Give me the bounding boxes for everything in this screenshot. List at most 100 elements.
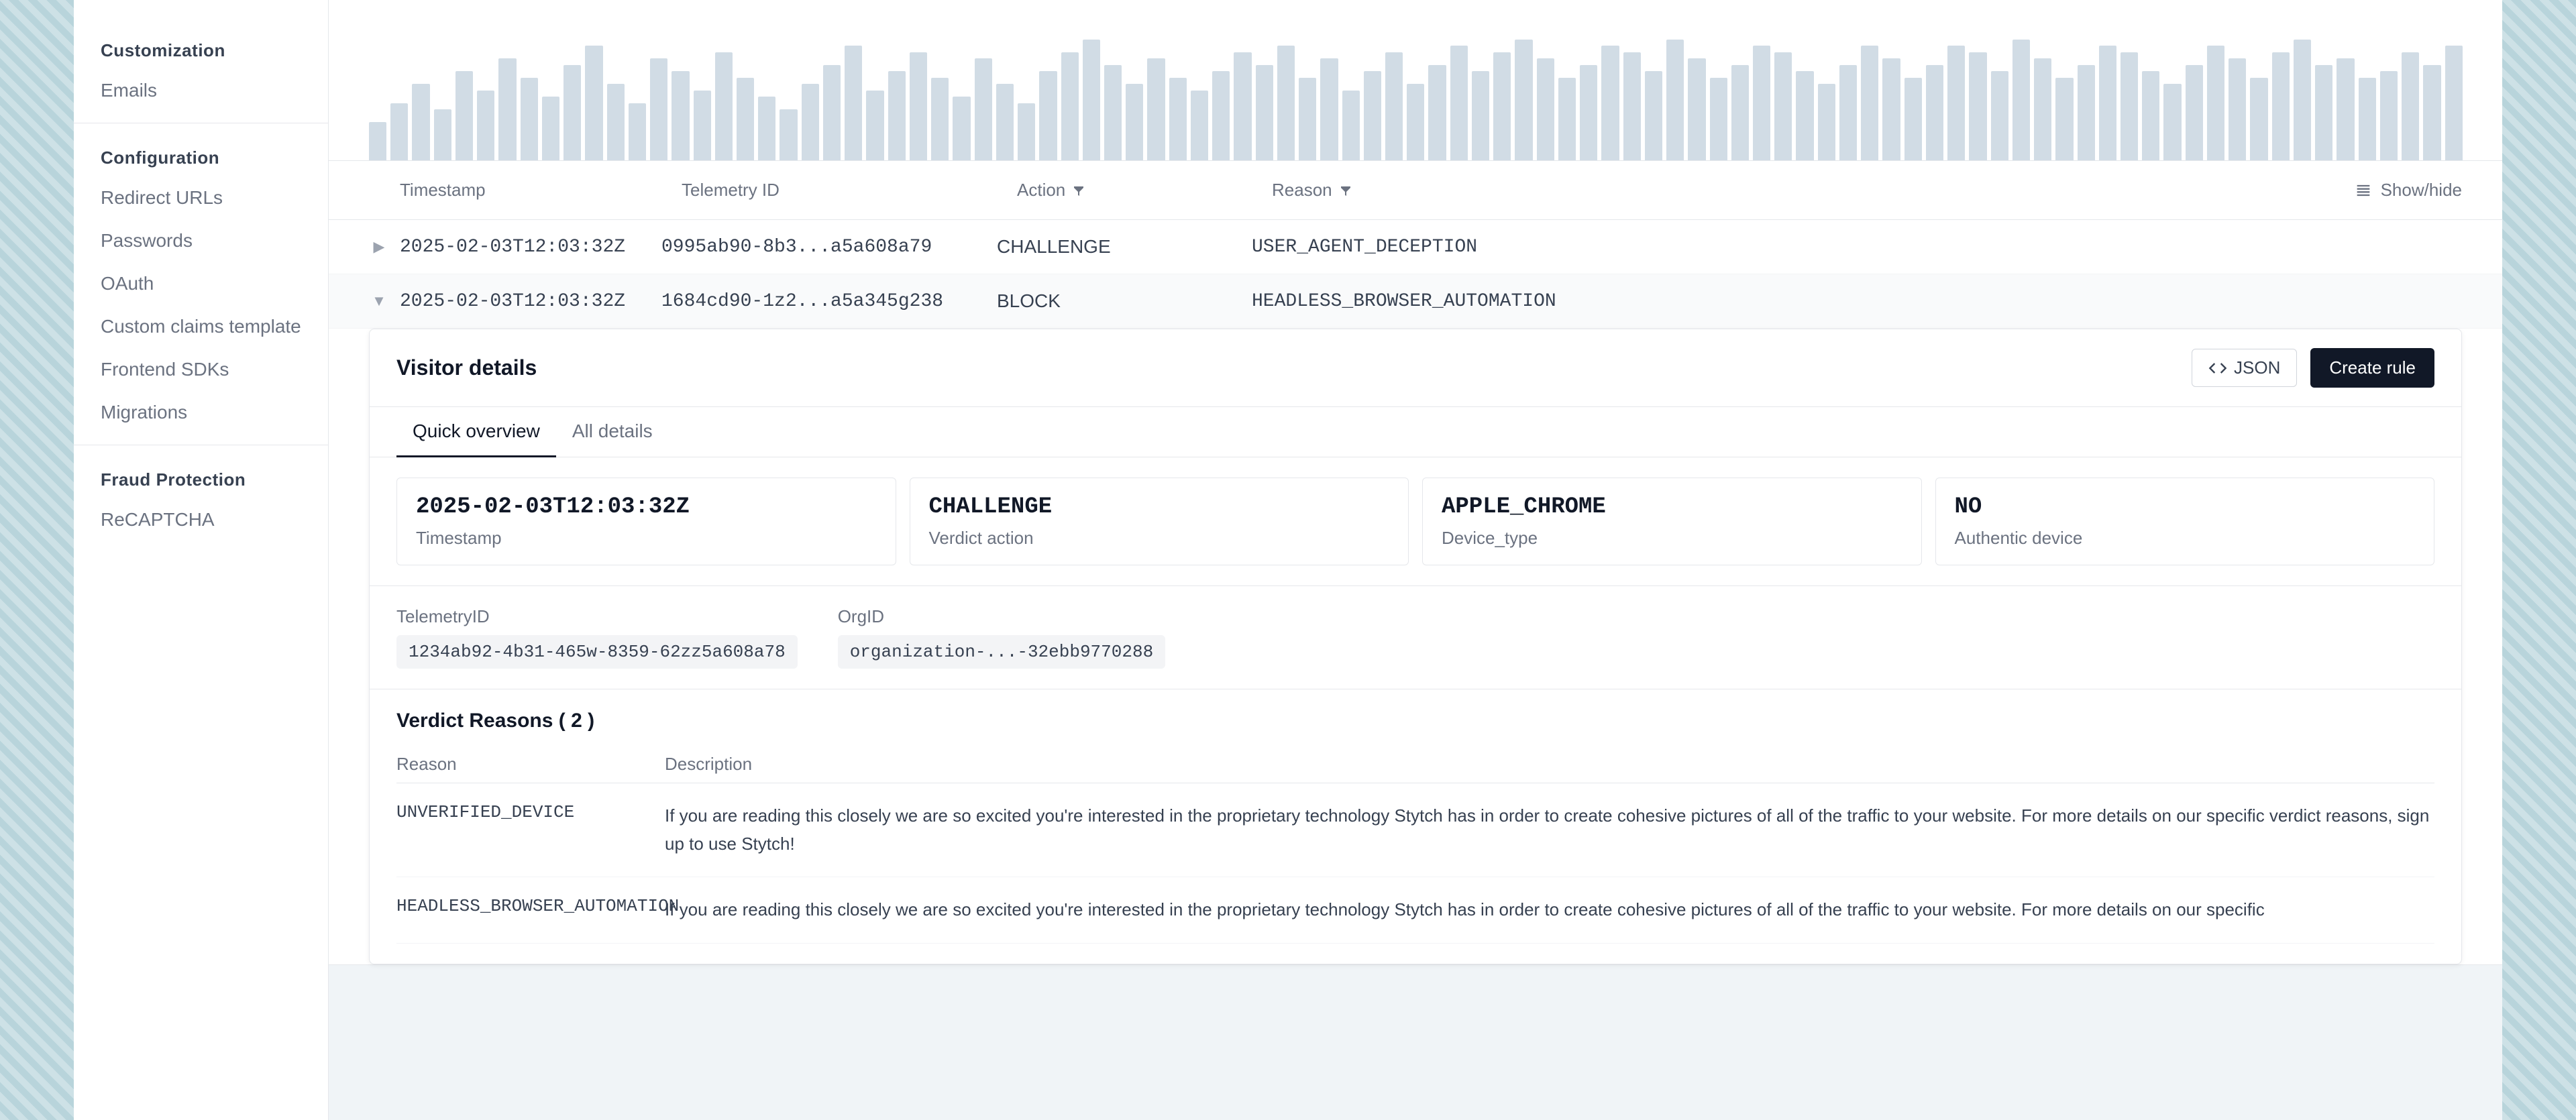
telemetry-id-value: 1234ab92-4b31-465w-8359-62zz5a608a78 — [396, 635, 798, 669]
chart-bar — [1212, 71, 1230, 160]
verdict-col-reason-header: Reason — [396, 754, 665, 775]
chart-bar — [1472, 71, 1489, 160]
chart-bar — [694, 91, 711, 160]
chart-bar — [1882, 58, 1900, 160]
verdict-row-2: HEADLESS_BROWSER_AUTOMATION If you are r… — [396, 877, 2434, 944]
chart-bar — [1753, 46, 1770, 160]
chart-bar — [866, 91, 883, 160]
chart-bar — [498, 58, 516, 160]
chart-bar — [1839, 65, 1857, 160]
org-id-group: OrgID organization-...-32ebb9770288 — [838, 606, 1165, 669]
card-timestamp-label: Timestamp — [416, 528, 877, 549]
chart-bar — [975, 58, 992, 160]
chart-bar — [2121, 52, 2138, 160]
chart-bar — [1428, 65, 1446, 160]
visitor-details-panel: Visitor details JSON Create rule Quick o… — [369, 329, 2462, 964]
chart-bar — [715, 52, 733, 160]
chart-bar — [2012, 40, 2030, 160]
chart-bar — [1018, 103, 1035, 160]
sidebar-item-oauth[interactable]: OAuth — [74, 262, 328, 305]
chart-bar — [1796, 71, 1813, 160]
chart-bar — [1191, 91, 1208, 160]
chart-bar — [1234, 52, 1251, 160]
verdict-row-1: UNVERIFIED_DEVICE If you are reading thi… — [396, 783, 2434, 877]
row-reason-2: HEADLESS_BROWSER_AUTOMATION — [1252, 291, 2462, 312]
chart-bar — [2423, 65, 2440, 160]
chart-bar — [953, 97, 970, 160]
chart-bar — [521, 78, 538, 160]
sidebar-item-frontend-sdks[interactable]: Frontend SDKs — [74, 348, 328, 391]
chart-bar — [1926, 65, 1943, 160]
chart-bar — [1320, 58, 1338, 160]
row-action-2: BLOCK — [997, 290, 1252, 312]
row-timestamp-2: 2025-02-03T12:03:32Z — [400, 291, 661, 312]
sidebar-item-custom-claims[interactable]: Custom claims template — [74, 305, 328, 348]
col-header-action: Action — [1017, 180, 1272, 201]
chart-bar — [1818, 84, 1835, 160]
chart-bar — [1731, 65, 1749, 160]
chart-bar — [2099, 46, 2116, 160]
main-content: Timestamp Telemetry ID Action Reason Sho… — [329, 0, 2502, 1120]
card-authentic-device: NO Authentic device — [1935, 478, 2435, 565]
chart-bar — [780, 109, 797, 160]
sidebar-item-migrations[interactable]: Migrations — [74, 391, 328, 434]
json-button[interactable]: JSON — [2192, 349, 2297, 387]
chart-bar — [1688, 58, 1705, 160]
chart-bar — [758, 97, 775, 160]
chart-bar — [2272, 52, 2290, 160]
chart-bar — [1385, 52, 1403, 160]
verdict-reasons-section: Verdict Reasons ( 2 ) Reason Description… — [370, 689, 2461, 964]
chart-bar — [2402, 52, 2419, 160]
table-row-expanded[interactable]: ▼ 2025-02-03T12:03:32Z 1684cd90-1z2...a5… — [329, 274, 2502, 329]
org-id-label: OrgID — [838, 606, 1165, 627]
chart-bar — [1450, 46, 1468, 160]
show-hide-button[interactable]: Show/hide — [2354, 180, 2462, 201]
chart-bar — [477, 91, 494, 160]
chart-bar — [390, 103, 408, 160]
chart-bar — [1364, 71, 1381, 160]
overview-cards: 2025-02-03T12:03:32Z Timestamp CHALLENGE… — [370, 457, 2461, 586]
sidebar-item-redirect-urls[interactable]: Redirect URLs — [74, 176, 328, 219]
chart-bar — [1104, 65, 1122, 160]
verdict-reason-1: UNVERIFIED_DEVICE — [396, 802, 665, 822]
chart-bar — [888, 71, 906, 160]
chart-bar — [2186, 65, 2203, 160]
customization-section-title: Customization — [74, 27, 328, 69]
chart-bar — [1623, 52, 1641, 160]
sidebar-item-emails[interactable]: Emails — [74, 69, 328, 112]
chart-bar — [1515, 40, 1532, 160]
chart-bar — [1861, 46, 1878, 160]
chart-bar — [2294, 40, 2311, 160]
chart-bar — [1493, 52, 1511, 160]
chart-bar — [996, 84, 1014, 160]
action-filter-icon[interactable] — [1072, 184, 1085, 197]
sidebar-item-passwords[interactable]: Passwords — [74, 219, 328, 262]
chart-bar — [1710, 78, 1727, 160]
table-row[interactable]: ▶ 2025-02-03T12:03:32Z 0995ab90-8b3...a5… — [329, 220, 2502, 274]
col-header-reason: Reason — [1272, 180, 2354, 201]
reason-filter-icon[interactable] — [1339, 184, 1352, 197]
chart-bar — [802, 84, 819, 160]
chart-bar — [2315, 65, 2332, 160]
ids-section: TelemetryID 1234ab92-4b31-465w-8359-62zz… — [370, 586, 2461, 689]
sidebar-item-recaptcha[interactable]: ReCAPTCHA — [74, 498, 328, 541]
row-timestamp-1: 2025-02-03T12:03:32Z — [400, 237, 661, 258]
chart-bar — [1645, 71, 1662, 160]
chart-bar — [2337, 58, 2354, 160]
chart-bar — [2445, 46, 2463, 160]
table-header: Timestamp Telemetry ID Action Reason Sho… — [329, 161, 2502, 220]
verdict-desc-2: If you are reading this closely we are s… — [665, 896, 2434, 924]
card-device-label: Device_type — [1442, 528, 1902, 549]
verdict-reasons-title: Verdict Reasons ( 2 ) — [396, 710, 2434, 732]
chart-bar — [1904, 78, 1922, 160]
card-timestamp-value: 2025-02-03T12:03:32Z — [416, 494, 877, 520]
chart-bar — [1947, 46, 1965, 160]
tab-quick-overview[interactable]: Quick overview — [396, 407, 556, 457]
create-rule-button[interactable]: Create rule — [2310, 348, 2434, 388]
tab-all-details[interactable]: All details — [556, 407, 669, 457]
chart-bar — [910, 52, 927, 160]
left-decorative-pattern — [0, 0, 74, 1120]
chart-bar — [845, 46, 862, 160]
chart-bar — [1169, 78, 1187, 160]
chart-bar — [1774, 52, 1792, 160]
